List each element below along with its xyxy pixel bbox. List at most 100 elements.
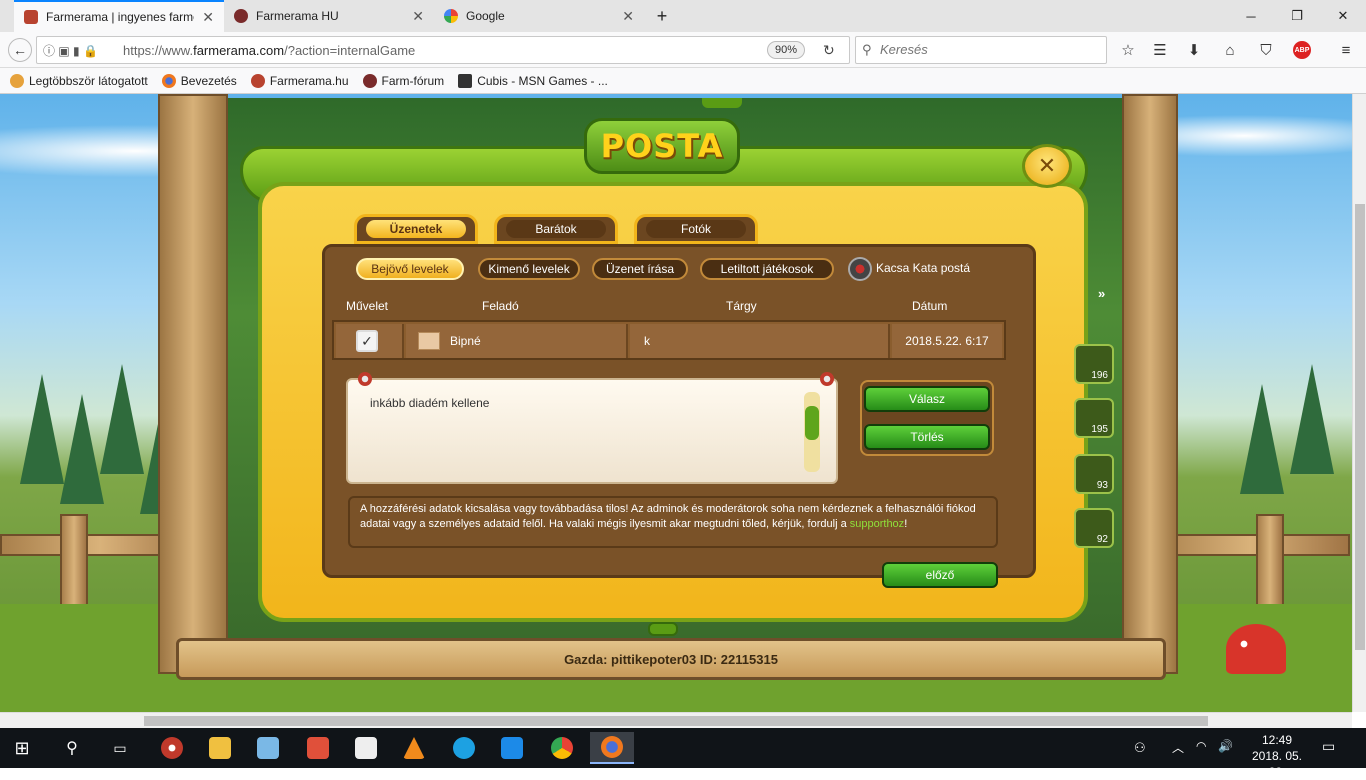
player-info: Gazda: pittikepoter03 ID: 22115315 <box>564 652 778 667</box>
subtab-inbox[interactable]: Bejövő levelek <box>356 258 464 280</box>
scroll-thumb[interactable] <box>805 406 819 440</box>
scroll-thumb[interactable] <box>144 716 1208 726</box>
navigation-toolbar: ← ⓘ ▣ ▮ 🔒 https://www.farmerama.com/?act… <box>0 32 1366 68</box>
horizontal-scrollbar[interactable] <box>0 712 1352 728</box>
task-view-button[interactable]: ▭ <box>100 732 140 764</box>
adblock-icon[interactable]: ABP <box>1290 38 1314 62</box>
subtab-kacsa-kata[interactable]: Kacsa Kata postá <box>876 261 970 275</box>
network-icon[interactable]: ◠ <box>1196 739 1206 753</box>
close-tab-icon[interactable]: ✕ <box>202 9 214 26</box>
taskbar-vlc[interactable] <box>394 732 434 764</box>
windows-taskbar: ⊞ ⚲ ▭ ⚇ ︿ ◠ 🔊 12:49 2018. 05. 22. ▭ <box>0 728 1366 779</box>
search-button[interactable]: ⚲ <box>52 732 92 764</box>
envelope-icon <box>418 332 440 350</box>
scroll-up-arrow[interactable] <box>702 98 742 108</box>
taskbar-app[interactable] <box>298 732 338 764</box>
skype-icon <box>453 737 475 759</box>
gear-icon <box>10 73 24 88</box>
side-item[interactable]: 195 <box>1074 398 1114 438</box>
scroll-thumb[interactable] <box>1355 204 1365 650</box>
clock[interactable]: 12:49 2018. 05. 22. <box>1246 732 1308 780</box>
close-dialog-button[interactable]: ✕ <box>1022 144 1072 188</box>
expand-panel-icon[interactable]: » <box>1098 286 1105 301</box>
side-item[interactable]: 93 <box>1074 454 1114 494</box>
reply-button[interactable]: Válasz <box>864 386 990 412</box>
tab-farmerama[interactable]: Farmerama | ingyenes farmo ✕ <box>14 0 224 32</box>
home-icon[interactable]: ⌂ <box>1218 38 1242 62</box>
search-bar[interactable]: ⚲ <box>855 36 1107 64</box>
side-item[interactable]: 196 <box>1074 344 1114 384</box>
support-link[interactable]: supporthoz <box>850 518 904 530</box>
column-header: Művelet <box>346 299 389 313</box>
app-icon <box>257 737 279 759</box>
column-header: Tárgy <box>726 299 757 313</box>
player-info-plank: Gazda: pittikepoter03 ID: 22115315 <box>176 638 1166 680</box>
close-tab-icon[interactable]: ✕ <box>412 8 424 25</box>
maximize-button[interactable]: ❐ <box>1274 0 1320 32</box>
delete-button[interactable]: Törlés <box>864 424 990 450</box>
subtab-blocked[interactable]: Letiltott játékosok <box>700 258 834 280</box>
pocket-icon[interactable]: ⛉ <box>1254 38 1278 62</box>
people-icon[interactable]: ⚇ <box>1134 740 1146 756</box>
row-action-cell: ✓ <box>336 324 404 358</box>
tab-farmerama-hu[interactable]: Farmerama HU ✕ <box>224 0 434 32</box>
taskbar-app[interactable] <box>152 732 192 764</box>
search-input[interactable] <box>880 42 1080 57</box>
select-checkbox[interactable]: ✓ <box>356 330 378 352</box>
notification-icon[interactable]: ▭ <box>1322 738 1335 755</box>
download-icon[interactable]: ⬇ <box>1182 38 1206 62</box>
bookmark-farmerama[interactable]: Farmerama.hu <box>250 73 349 88</box>
message-body: inkább diadém kellene <box>346 378 838 484</box>
url-bar[interactable]: ⓘ ▣ ▮ 🔒 https://www.farmerama.com/?actio… <box>36 36 850 64</box>
row-sender-cell: Bipné <box>406 324 628 358</box>
bookmark-intro[interactable]: Bevezetés <box>161 73 237 88</box>
start-button[interactable]: ⊞ <box>2 732 42 764</box>
taskbar-app[interactable] <box>492 732 532 764</box>
taskbar-explorer[interactable] <box>200 732 240 764</box>
back-button[interactable]: ← <box>8 38 32 62</box>
chevron-up-icon[interactable]: ︿ <box>1172 739 1184 756</box>
farmerama-icon <box>234 9 248 23</box>
tab-messages[interactable]: Üzenetek <box>354 214 478 244</box>
table-row[interactable]: ✓ Bipné k 2018.5.22. 6:17 <box>332 320 1006 360</box>
reload-icon[interactable]: ↻ <box>823 42 835 59</box>
farmerama-icon <box>250 73 265 88</box>
subtab-compose[interactable]: Üzenet írása <box>592 258 688 280</box>
menu-icon[interactable]: ≡ <box>1334 38 1358 62</box>
game-icon <box>458 73 473 88</box>
taskbar-chrome[interactable] <box>542 732 582 764</box>
minimize-button[interactable]: ─ <box>1228 0 1274 32</box>
app-icon <box>161 737 183 759</box>
previous-button[interactable]: előző <box>882 562 998 588</box>
volume-icon[interactable]: 🔊 <box>1218 739 1233 753</box>
new-tab-button[interactable]: + <box>646 0 678 32</box>
scroll-down-arrow[interactable] <box>648 622 678 636</box>
reading-list-icon[interactable]: ☰ <box>1148 38 1172 62</box>
security-warning: A hozzáférési adatok kicsalása vagy tová… <box>348 496 998 548</box>
close-icon: ✕ <box>1037 153 1057 178</box>
right-wood-post <box>1122 94 1178 674</box>
taskbar-app[interactable] <box>346 732 386 764</box>
tab-photos[interactable]: Fotók <box>634 214 758 244</box>
avatar <box>848 257 872 281</box>
close-tab-icon[interactable]: ✕ <box>622 8 634 25</box>
bookmark-cubis[interactable]: Cubis - MSN Games - ... <box>458 73 608 88</box>
close-window-button[interactable]: ✕ <box>1320 0 1366 32</box>
chrome-icon <box>551 737 573 759</box>
bookmark-farm-forum[interactable]: Farm-fórum <box>362 73 444 88</box>
tab-google[interactable]: Google ✕ <box>434 0 644 32</box>
google-icon <box>444 9 458 23</box>
zoom-level[interactable]: 90% <box>767 41 805 59</box>
message-scrollbar[interactable] <box>804 392 820 472</box>
bookmark-star-icon[interactable]: ☆ <box>1116 38 1140 62</box>
vertical-scrollbar[interactable] <box>1352 94 1366 712</box>
taskbar-firefox[interactable] <box>590 732 634 764</box>
bookmark-most-visited[interactable]: Legtöbbször látogatott <box>10 73 148 88</box>
subtab-outbox[interactable]: Kimenő levelek <box>478 258 580 280</box>
site-info-icon[interactable]: ⓘ ▣ ▮ 🔒 <box>43 42 98 59</box>
search-icon: ⚲ <box>66 740 78 757</box>
tab-friends[interactable]: Barátok <box>494 214 618 244</box>
taskbar-skype[interactable] <box>444 732 484 764</box>
side-item[interactable]: 92 <box>1074 508 1114 548</box>
taskbar-app[interactable] <box>248 732 288 764</box>
